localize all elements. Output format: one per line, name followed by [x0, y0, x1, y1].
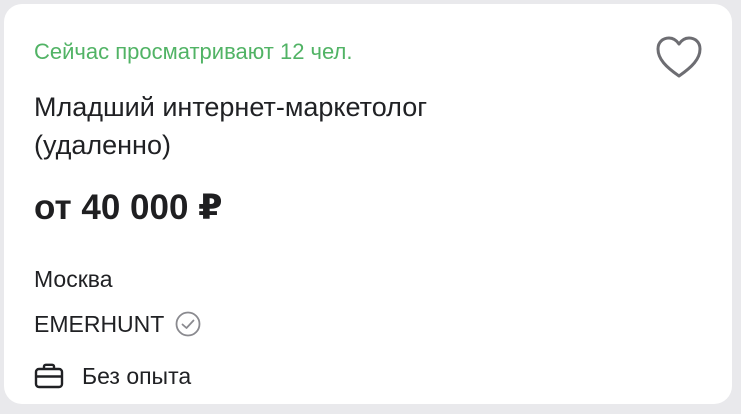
favorite-button[interactable] [654, 34, 704, 80]
vacancy-title-line-2: (удаленно) [34, 130, 171, 160]
heart-outline-icon [656, 36, 702, 78]
experience-label: Без опыта [82, 363, 192, 389]
experience: Без опыта [34, 360, 191, 392]
viewers-count: Сейчас просматривают 12 чел. [34, 39, 353, 64]
briefcase-icon [34, 363, 64, 389]
salary: от 40 000 ₽ [34, 188, 223, 227]
check-circle-icon [175, 311, 201, 337]
city: Москва [34, 266, 113, 292]
vacancy-title[interactable]: Младший интернет-маркетолог (удаленно) [34, 88, 634, 164]
company-name: EMERHUNT [34, 311, 165, 337]
vacancy-title-line-1: Младший интернет-маркетолог [34, 92, 428, 122]
vacancy-card[interactable]: Сейчас просматривают 12 чел. Младший инт… [4, 4, 732, 404]
company-link[interactable]: EMERHUNT [34, 308, 202, 340]
